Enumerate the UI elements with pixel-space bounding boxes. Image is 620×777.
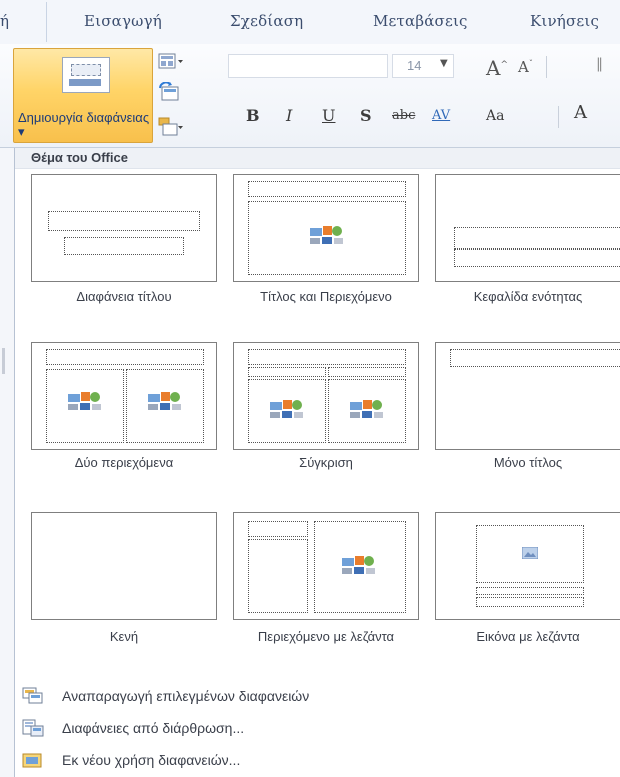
slide-pane-edge <box>0 148 14 777</box>
title-placeholder <box>46 349 204 365</box>
strip-mark <box>2 348 5 374</box>
caption-text-placeholder <box>248 539 308 613</box>
section-title: Θέμα του Office <box>31 150 128 165</box>
shrink-font-icon[interactable]: Aˇ <box>518 58 533 76</box>
new-slide-icon <box>62 57 110 93</box>
content-icons-icon <box>270 400 303 418</box>
ribbon-divider <box>558 106 559 128</box>
char-spacing-button[interactable]: AV <box>432 108 450 123</box>
title-placeholder <box>248 181 406 197</box>
content-icons-icon <box>350 400 383 418</box>
layout-label: Διαφάνεια τίτλου <box>76 289 172 304</box>
grow-font-icon[interactable]: A^ <box>486 56 508 80</box>
section-icon[interactable] <box>158 116 184 136</box>
caption-text-placeholder <box>476 597 584 607</box>
ribbon-divider <box>546 56 547 78</box>
tab-design[interactable]: Σχεδίαση <box>230 12 303 30</box>
layout-label: Κεφαλίδα ενότητας <box>473 289 583 304</box>
layout-thumbnail <box>233 342 419 450</box>
tab-insert[interactable]: Εισαγωγή <box>84 12 162 30</box>
layout-thumbnail <box>435 174 620 282</box>
layout-thumbnail <box>31 174 217 282</box>
layout-label: Κενή <box>109 629 139 644</box>
duplicate-slides-icon <box>22 687 43 704</box>
content-icons-icon <box>148 392 181 410</box>
new-slide-label: Δημιουργία διαφάνειας ▾ <box>18 110 150 139</box>
tab-transitions[interactable]: Μεταβάσεις <box>373 12 468 30</box>
layout-label: Τίτλος και Περιεχόμενο <box>260 289 392 304</box>
layout-label: Δύο περιεχόμενα <box>74 455 174 470</box>
layout-thumbnail <box>435 512 620 620</box>
layout-label: Μόνο τίτλος <box>493 455 563 470</box>
layout-label: Εικόνα με λεζάντα <box>476 629 580 644</box>
tab-separator <box>46 2 47 42</box>
shadow-button[interactable]: S <box>360 106 372 125</box>
title-placeholder <box>48 211 200 231</box>
layout-thumbnail <box>31 512 217 620</box>
section-text-placeholder <box>454 249 620 267</box>
layout-thumbnail <box>435 342 620 450</box>
left-heading-placeholder <box>248 367 326 377</box>
menu-slides-from-outline[interactable]: Διαφάνειες από διάρθρωση... <box>14 716 620 742</box>
layout-thumbnail <box>233 512 419 620</box>
ribbon-tab-bar: ή Εισαγωγή Σχεδίαση Μεταβάσεις Κινήσεις <box>0 0 620 45</box>
change-case-button[interactable]: Aa <box>486 108 504 124</box>
reuse-slides-icon <box>22 753 42 768</box>
layout-label: Περιεχόμενο με λεζάντα <box>257 629 395 644</box>
ribbon-home-group: Δημιουργία διαφάνειας ▾ 14 ▼ A^ Aˇ ‖ B I… <box>0 44 620 148</box>
font-family-select[interactable] <box>228 54 388 78</box>
subtitle-placeholder <box>64 237 184 255</box>
right-heading-placeholder <box>328 367 406 377</box>
caption-title-placeholder <box>476 587 584 595</box>
layout-icon[interactable] <box>158 52 184 72</box>
menu-duplicate-slides[interactable]: Αναπαραγωγή επιλεγμένων διαφανειών <box>14 684 620 710</box>
clear-format-icon[interactable]: ‖ <box>596 56 603 72</box>
gallery-header: Θέμα του Office <box>15 148 620 169</box>
reset-slide-icon[interactable] <box>158 82 184 102</box>
layout-label: Σύγκριση <box>299 455 353 470</box>
content-icons-icon <box>68 392 101 410</box>
content-icons-icon <box>342 556 375 574</box>
italic-button[interactable]: I <box>286 106 292 125</box>
title-placeholder <box>248 349 406 365</box>
layout-thumbnail <box>233 174 419 282</box>
content-icons-icon <box>310 226 343 244</box>
menu-label: Εκ νέου χρήση διαφανειών... <box>62 752 241 768</box>
title-placeholder <box>450 349 620 367</box>
outline-slides-icon <box>22 719 44 737</box>
section-title-placeholder <box>454 227 620 249</box>
menu-label: Διαφάνειες από διάρθρωση... <box>62 720 245 736</box>
bold-button[interactable]: B <box>246 106 260 125</box>
menu-label: Αναπαραγωγή επιλεγμένων διαφανειών <box>62 688 310 704</box>
tab-home[interactable]: ή <box>0 12 9 30</box>
new-slide-button[interactable]: Δημιουργία διαφάνειας ▾ <box>13 48 153 143</box>
caption-title-placeholder <box>248 521 308 537</box>
font-color-button[interactable]: A <box>574 102 587 123</box>
layout-thumbnail <box>31 342 217 450</box>
chevron-down-icon: ▼ <box>440 58 448 69</box>
strikethrough-button[interactable]: abc <box>392 108 415 123</box>
menu-reuse-slides[interactable]: Εκ νέου χρήση διαφανειών... <box>14 748 620 774</box>
picture-icon <box>522 547 538 559</box>
layout-gallery: Θέμα του Office Διαφάνεια τίτλου Τίτλος … <box>14 148 620 777</box>
underline-button[interactable]: U <box>322 106 335 125</box>
tab-animations[interactable]: Κινήσεις <box>530 12 599 30</box>
font-size-value: 14 <box>407 58 422 73</box>
